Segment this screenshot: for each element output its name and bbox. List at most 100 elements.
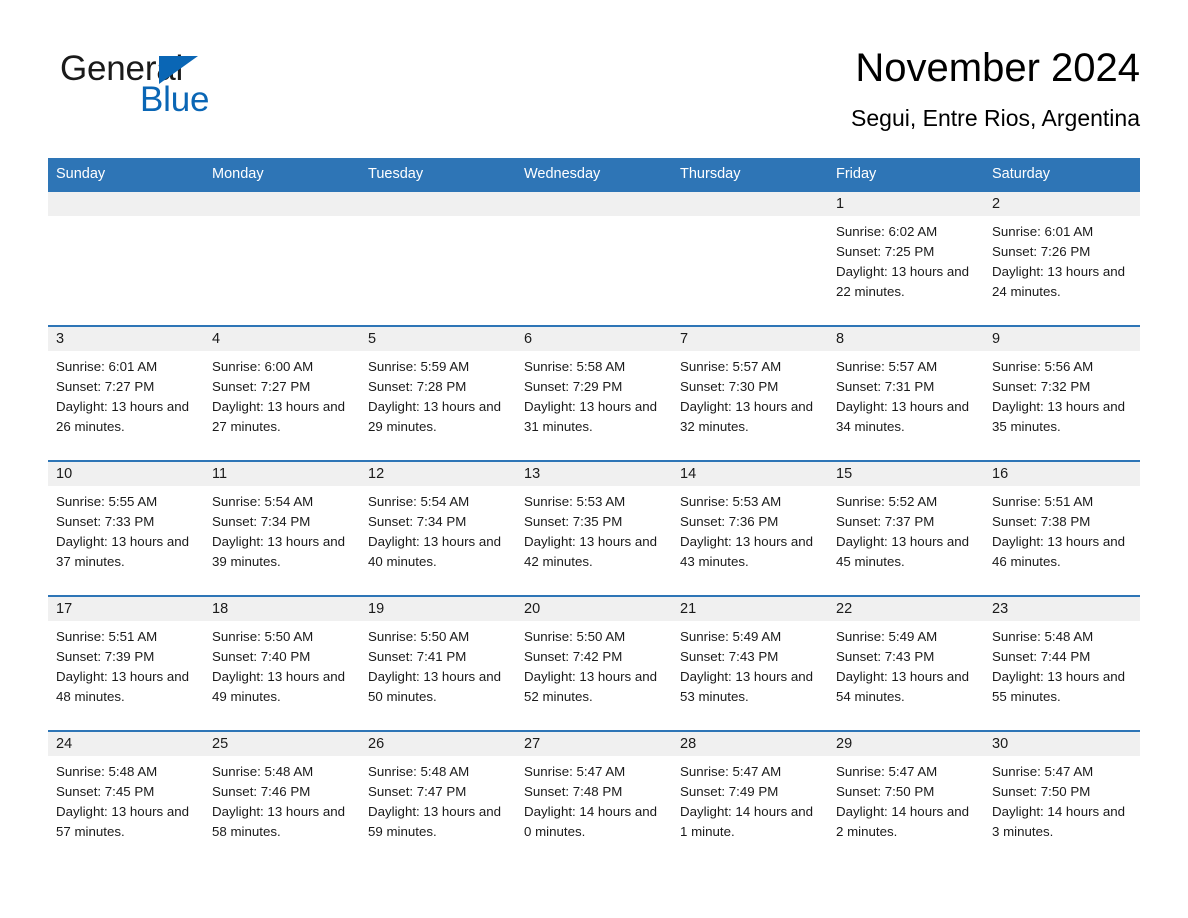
day-details: Sunrise: 5:57 AM Sunset: 7:30 PM Daylight:… bbox=[672, 351, 828, 437]
calendar-day-cell[interactable]: 12 Sunrise: 5:54 AM Sunset: 7:34 PM Dayligh… bbox=[360, 460, 516, 596]
day-cell-body: 21 Sunrise: 5:49 AM Sunset: 7:43 PM Dayligh… bbox=[672, 597, 828, 730]
calendar-day-cell[interactable]: 20 Sunrise: 5:50 AM Sunset: 7:42 PM Dayligh… bbox=[516, 595, 672, 731]
day-cell-body: 11 Sunrise: 5:54 AM Sunset: 7:34 PM Dayligh… bbox=[204, 462, 360, 595]
calendar-day-cell[interactable]: 23 Sunrise: 5:48 AM Sunset: 7:44 PM Dayligh… bbox=[984, 595, 1140, 731]
calendar-day-cell[interactable]: 9 Sunrise: 5:56 AM Sunset: 7:32 PM Daylight… bbox=[984, 325, 1140, 461]
weekday-header-row: Sunday Monday Tuesday Wednesday Thursday… bbox=[48, 158, 1140, 191]
day-details: Sunrise: 5:48 AM Sunset: 7:47 PM Daylight:… bbox=[360, 756, 516, 842]
sunset-text: Sunset: 7:48 PM bbox=[524, 784, 623, 799]
calendar-day-cell[interactable]: 7 Sunrise: 5:57 AM Sunset: 7:30 PM Daylight… bbox=[672, 325, 828, 461]
sunset-text: Sunset: 7:30 PM bbox=[680, 379, 779, 394]
calendar-week-row: 24 Sunrise: 5:48 AM Sunset: 7:45 PM Dayligh… bbox=[48, 730, 1140, 865]
day-cell-body: 18 Sunrise: 5:50 AM Sunset: 7:40 PM Dayligh… bbox=[204, 597, 360, 730]
calendar-day-cell[interactable]: 18 Sunrise: 5:50 AM Sunset: 7:40 PM Dayligh… bbox=[204, 595, 360, 731]
daylight-text: Daylight: 13 hours and 35 minutes. bbox=[992, 399, 1126, 434]
calendar-page: General Blue November 2024 Segui, Entre … bbox=[0, 0, 1188, 918]
calendar-day-cell[interactable]: 13 Sunrise: 5:53 AM Sunset: 7:35 PM Dayligh… bbox=[516, 460, 672, 596]
day-details: Sunrise: 6:01 AM Sunset: 7:26 PM Daylight:… bbox=[984, 216, 1140, 302]
day-cell-body: 25 Sunrise: 5:48 AM Sunset: 7:46 PM Dayligh… bbox=[204, 732, 360, 865]
day-details: Sunrise: 6:01 AM Sunset: 7:27 PM Daylight:… bbox=[48, 351, 204, 437]
calendar-day-cell[interactable]: 25 Sunrise: 5:48 AM Sunset: 7:46 PM Dayligh… bbox=[204, 730, 360, 865]
sunrise-text: Sunrise: 6:00 AM bbox=[212, 359, 314, 374]
daylight-text: Daylight: 13 hours and 54 minutes. bbox=[836, 669, 970, 704]
day-number: 30 bbox=[984, 732, 1140, 756]
day-cell-body: 15 Sunrise: 5:52 AM Sunset: 7:37 PM Dayligh… bbox=[828, 462, 984, 595]
calendar-day-cell[interactable]: 24 Sunrise: 5:48 AM Sunset: 7:45 PM Dayligh… bbox=[48, 730, 204, 865]
weekday-header-friday: Friday bbox=[828, 158, 984, 191]
day-number bbox=[204, 192, 360, 216]
sunset-text: Sunset: 7:34 PM bbox=[212, 514, 311, 529]
daylight-text: Daylight: 13 hours and 39 minutes. bbox=[212, 534, 346, 569]
calendar-day-cell[interactable]: 10 Sunrise: 5:55 AM Sunset: 7:33 PM Dayligh… bbox=[48, 460, 204, 596]
calendar-day-cell[interactable]: 8 Sunrise: 5:57 AM Sunset: 7:31 PM Daylight… bbox=[828, 325, 984, 461]
calendar-day-cell[interactable]: 6 Sunrise: 5:58 AM Sunset: 7:29 PM Daylight… bbox=[516, 325, 672, 461]
calendar-day-cell[interactable]: 16 Sunrise: 5:51 AM Sunset: 7:38 PM Dayligh… bbox=[984, 460, 1140, 596]
calendar-day-cell[interactable]: 11 Sunrise: 5:54 AM Sunset: 7:34 PM Dayligh… bbox=[204, 460, 360, 596]
sunset-text: Sunset: 7:44 PM bbox=[992, 649, 1091, 664]
calendar-day-cell[interactable]: 19 Sunrise: 5:50 AM Sunset: 7:41 PM Dayligh… bbox=[360, 595, 516, 731]
day-cell-body: 19 Sunrise: 5:50 AM Sunset: 7:41 PM Dayligh… bbox=[360, 597, 516, 730]
day-details: Sunrise: 5:48 AM Sunset: 7:46 PM Daylight:… bbox=[204, 756, 360, 842]
daylight-text: Daylight: 13 hours and 31 minutes. bbox=[524, 399, 658, 434]
sunrise-text: Sunrise: 5:51 AM bbox=[56, 629, 158, 644]
sunrise-text: Sunrise: 5:54 AM bbox=[368, 494, 470, 509]
calendar-day-cell[interactable]: 17 Sunrise: 5:51 AM Sunset: 7:39 PM Dayligh… bbox=[48, 595, 204, 731]
day-details: Sunrise: 5:51 AM Sunset: 7:38 PM Daylight:… bbox=[984, 486, 1140, 572]
daylight-text: Daylight: 13 hours and 55 minutes. bbox=[992, 669, 1126, 704]
day-details: Sunrise: 5:50 AM Sunset: 7:42 PM Daylight:… bbox=[516, 621, 672, 707]
calendar-day-cell[interactable]: 2 Sunrise: 6:01 AM Sunset: 7:26 PM Daylight… bbox=[984, 190, 1140, 326]
day-details: Sunrise: 5:50 AM Sunset: 7:41 PM Daylight:… bbox=[360, 621, 516, 707]
day-number: 20 bbox=[516, 597, 672, 621]
daylight-text: Daylight: 13 hours and 57 minutes. bbox=[56, 804, 190, 839]
calendar-day-cell[interactable]: 30 Sunrise: 5:47 AM Sunset: 7:50 PM Dayligh… bbox=[984, 730, 1140, 865]
calendar-day-cell[interactable]: 29 Sunrise: 5:47 AM Sunset: 7:50 PM Dayligh… bbox=[828, 730, 984, 865]
sunrise-text: Sunrise: 5:55 AM bbox=[56, 494, 158, 509]
calendar-day-cell[interactable]: 5 Sunrise: 5:59 AM Sunset: 7:28 PM Daylight… bbox=[360, 325, 516, 461]
day-number: 25 bbox=[204, 732, 360, 756]
daylight-text: Daylight: 14 hours and 3 minutes. bbox=[992, 804, 1126, 839]
calendar-day-cell[interactable]: 1 Sunrise: 6:02 AM Sunset: 7:25 PM Daylight… bbox=[828, 190, 984, 326]
calendar-day-cell[interactable]: 22 Sunrise: 5:49 AM Sunset: 7:43 PM Dayligh… bbox=[828, 595, 984, 731]
daylight-text: Daylight: 14 hours and 1 minute. bbox=[680, 804, 814, 839]
title-block: November 2024 Segui, Entre Rios, Argenti… bbox=[851, 44, 1140, 132]
sunset-text: Sunset: 7:29 PM bbox=[524, 379, 623, 394]
day-cell-body bbox=[360, 192, 516, 325]
calendar-day-cell[interactable]: 14 Sunrise: 5:53 AM Sunset: 7:36 PM Dayligh… bbox=[672, 460, 828, 596]
day-cell-body: 20 Sunrise: 5:50 AM Sunset: 7:42 PM Dayligh… bbox=[516, 597, 672, 730]
day-cell-body: 4 Sunrise: 6:00 AM Sunset: 7:27 PM Daylight… bbox=[204, 327, 360, 460]
daylight-text: Daylight: 13 hours and 42 minutes. bbox=[524, 534, 658, 569]
day-number: 9 bbox=[984, 327, 1140, 351]
day-details: Sunrise: 5:57 AM Sunset: 7:31 PM Daylight:… bbox=[828, 351, 984, 437]
sunrise-text: Sunrise: 6:01 AM bbox=[992, 224, 1094, 239]
sunrise-text: Sunrise: 5:48 AM bbox=[212, 764, 314, 779]
day-cell-body: 6 Sunrise: 5:58 AM Sunset: 7:29 PM Daylight… bbox=[516, 327, 672, 460]
calendar-day-cell[interactable]: 4 Sunrise: 6:00 AM Sunset: 7:27 PM Daylight… bbox=[204, 325, 360, 461]
day-cell-body: 3 Sunrise: 6:01 AM Sunset: 7:27 PM Daylight… bbox=[48, 327, 204, 460]
calendar-day-cell[interactable]: 3 Sunrise: 6:01 AM Sunset: 7:27 PM Daylight… bbox=[48, 325, 204, 461]
day-cell-body: 30 Sunrise: 5:47 AM Sunset: 7:50 PM Dayligh… bbox=[984, 732, 1140, 865]
day-number: 8 bbox=[828, 327, 984, 351]
calendar-day-cell[interactable]: 28 Sunrise: 5:47 AM Sunset: 7:49 PM Dayligh… bbox=[672, 730, 828, 865]
day-cell-body: 16 Sunrise: 5:51 AM Sunset: 7:38 PM Dayligh… bbox=[984, 462, 1140, 595]
day-number: 5 bbox=[360, 327, 516, 351]
daylight-text: Daylight: 13 hours and 43 minutes. bbox=[680, 534, 814, 569]
sunrise-text: Sunrise: 5:58 AM bbox=[524, 359, 626, 374]
sunset-text: Sunset: 7:37 PM bbox=[836, 514, 935, 529]
day-details: Sunrise: 5:54 AM Sunset: 7:34 PM Daylight:… bbox=[360, 486, 516, 572]
calendar-day-cell[interactable]: 15 Sunrise: 5:52 AM Sunset: 7:37 PM Dayligh… bbox=[828, 460, 984, 596]
calendar-day-cell[interactable]: 26 Sunrise: 5:48 AM Sunset: 7:47 PM Dayligh… bbox=[360, 730, 516, 865]
sunrise-text: Sunrise: 5:50 AM bbox=[368, 629, 470, 644]
day-details: Sunrise: 5:53 AM Sunset: 7:36 PM Daylight:… bbox=[672, 486, 828, 572]
calendar-day-cell[interactable]: 27 Sunrise: 5:47 AM Sunset: 7:48 PM Dayligh… bbox=[516, 730, 672, 865]
calendar-day-cell-empty bbox=[516, 190, 672, 326]
page-header: General Blue November 2024 Segui, Entre … bbox=[48, 44, 1140, 154]
sunrise-text: Sunrise: 6:01 AM bbox=[56, 359, 158, 374]
calendar-day-cell[interactable]: 21 Sunrise: 5:49 AM Sunset: 7:43 PM Dayligh… bbox=[672, 595, 828, 731]
sunset-text: Sunset: 7:25 PM bbox=[836, 244, 935, 259]
day-details: Sunrise: 5:55 AM Sunset: 7:33 PM Daylight:… bbox=[48, 486, 204, 572]
daylight-text: Daylight: 13 hours and 29 minutes. bbox=[368, 399, 502, 434]
brand-logo[interactable]: General Blue bbox=[60, 50, 360, 122]
daylight-text: Daylight: 13 hours and 45 minutes. bbox=[836, 534, 970, 569]
sunset-text: Sunset: 7:43 PM bbox=[680, 649, 779, 664]
day-details: Sunrise: 6:00 AM Sunset: 7:27 PM Daylight:… bbox=[204, 351, 360, 437]
